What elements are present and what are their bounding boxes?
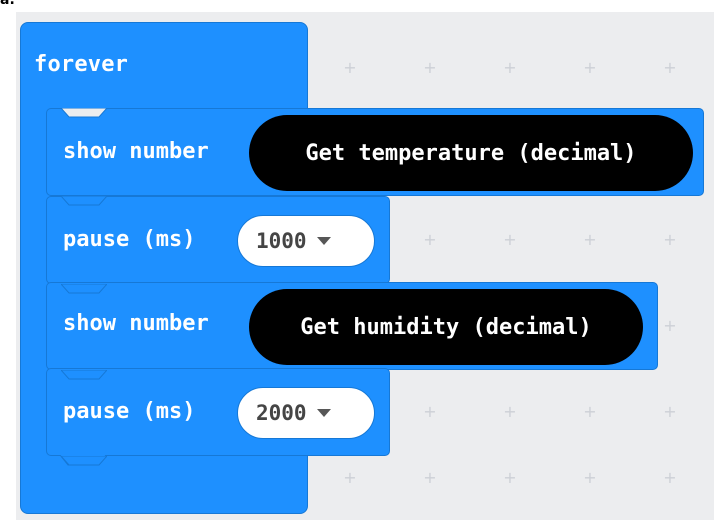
pause-duration-dropdown[interactable]: 2000: [237, 387, 375, 439]
blocks-workspace[interactable]: a. ++++++++++++++++++++++++++++++ foreve…: [0, 0, 714, 522]
grid-plus-mark: +: [663, 230, 677, 249]
block-bump: [61, 456, 107, 466]
grid-plus-mark: +: [423, 58, 437, 77]
pause-duration-value: 1000: [256, 229, 307, 253]
caret-down-icon: [316, 409, 331, 417]
block-bump: [61, 370, 107, 380]
grid-plus-mark: +: [663, 316, 677, 335]
grid-plus-mark: +: [423, 230, 437, 249]
pause-label: pause (ms): [63, 227, 196, 252]
get-humidity-reporter[interactable]: Get humidity (decimal): [249, 289, 643, 365]
grid-plus-mark: +: [503, 468, 517, 487]
get-temperature-reporter[interactable]: Get temperature (decimal): [249, 115, 693, 191]
grid-plus-mark: +: [423, 402, 437, 421]
pause-block-1000[interactable]: pause (ms) 1000: [46, 196, 390, 294]
grid-plus-mark: +: [663, 58, 677, 77]
show-number-label: show number: [63, 139, 209, 164]
grid-plus-mark: +: [343, 58, 357, 77]
grid-plus-mark: +: [503, 230, 517, 249]
block-bump: [61, 196, 107, 206]
grid-plus-mark: +: [663, 468, 677, 487]
pause-block-2000[interactable]: pause (ms) 2000: [46, 368, 390, 466]
grid-plus-mark: +: [583, 468, 597, 487]
pause-duration-dropdown[interactable]: 1000: [237, 215, 375, 267]
corner-label: a.: [0, 0, 15, 8]
show-number-block-temperature[interactable]: show number Get temperature (decimal): [46, 108, 704, 206]
pause-label: pause (ms): [63, 399, 196, 424]
grid-plus-mark: +: [583, 58, 597, 77]
pause-duration-value: 2000: [256, 401, 307, 425]
grid-plus-mark: +: [583, 230, 597, 249]
grid-plus-mark: +: [503, 402, 517, 421]
grid-plus-mark: +: [423, 468, 437, 487]
grid-plus-mark: +: [663, 402, 677, 421]
forever-label: forever: [34, 52, 129, 77]
caret-down-icon: [316, 237, 331, 245]
grid-plus-mark: +: [343, 468, 357, 487]
grid-plus-mark: +: [583, 402, 597, 421]
block-bump: [61, 284, 107, 294]
grid-plus-mark: +: [503, 58, 517, 77]
block-notch: [61, 108, 107, 118]
show-number-block-humidity[interactable]: show number Get humidity (decimal): [46, 282, 658, 380]
show-number-label: show number: [63, 311, 209, 336]
